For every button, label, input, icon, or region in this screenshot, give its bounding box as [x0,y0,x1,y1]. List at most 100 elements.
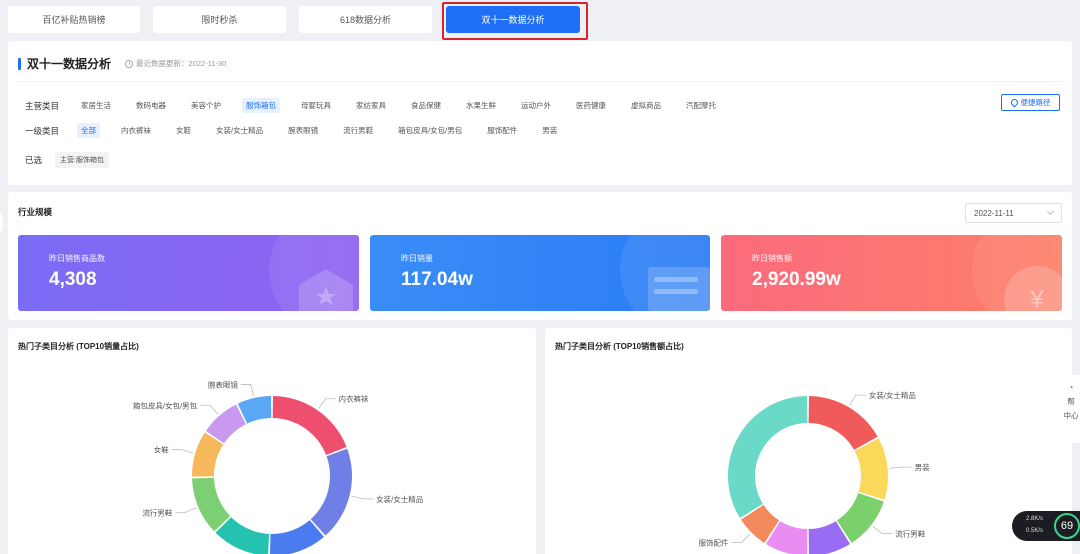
level1-category-item-selected[interactable]: 全部 [77,123,100,138]
donut-chart-revenue: 女装/女士精品男装流行男鞋服饰配件 [699,390,930,554]
slice-label: 内衣裤袜 [339,394,369,404]
level1-category-item[interactable]: 内衣裤袜 [117,123,155,138]
network-speed-widget: 2.8K/s 0.5K/s 69 [1012,511,1080,541]
main-category-item[interactable]: 医药健康 [572,98,610,113]
help-label-top: 帮 [1067,397,1075,406]
main-category-item[interactable]: 水果生鲜 [462,98,500,113]
main-category-row: 主营类目 家居生活 数码电器 美容个护 服饰箱包 母婴玩具 家纺家具 食品保健 … [25,98,737,113]
slice-leader-line [889,466,912,469]
guide-button-label: 便捷路径 [1020,98,1051,107]
level1-category-item[interactable]: 女装/女士精品 [212,123,267,138]
filter-panel: 双十一数据分析 最近数据更新：2022-11-30 便捷路径 主营类目 家居生活… [8,41,1072,185]
level1-category-item[interactable]: 流行男鞋 [339,123,377,138]
page-title-row: 双十一数据分析 最近数据更新：2022-11-30 [18,55,226,72]
main-category-item[interactable]: 母婴玩具 [297,98,335,113]
slice-label: 箱包皮具/女包/男包 [133,400,198,410]
level1-category-item[interactable]: 女鞋 [172,123,195,138]
help-label-bottom: 中心 [1063,411,1079,420]
level1-category-item[interactable]: 男装 [538,123,561,138]
update-info-text: 最近数据更新：2022-11-30 [136,59,227,68]
slice-leader-line [872,525,893,535]
main-category-item[interactable]: 美容个护 [187,98,225,113]
donut-slice[interactable] [192,477,231,532]
yen-coin-icon: ¥ [1004,266,1062,311]
list-document-icon [648,267,710,311]
donut-slice[interactable] [854,438,888,500]
slice-label: 女装/女士精品 [376,494,423,504]
slice-label: 腕表眼镜 [208,379,238,389]
side-handle[interactable] [0,212,3,234]
location-pin-icon [1009,97,1019,108]
download-speed: 0.5K/s [1026,528,1044,534]
tab-highlight-frame [442,2,588,40]
slice-leader-line [351,495,374,500]
donut-slice[interactable] [808,396,878,450]
level1-category-item[interactable]: 箱包皮具/女包/男包 [394,123,466,138]
main-category-item[interactable]: 运动户外 [517,98,555,113]
selected-label: 已选 [25,155,43,165]
slice-leader-line [240,384,254,397]
donut-slice[interactable] [272,396,347,455]
star-badge-icon [299,269,353,311]
main-category-item[interactable]: 食品保健 [407,98,445,113]
divider [18,81,1062,82]
donut-slice[interactable] [310,448,352,536]
slice-leader-line [849,394,866,406]
slice-leader-line [318,398,336,409]
main-category-item[interactable]: 家纺家具 [352,98,390,113]
slice-label: 女装/女士精品 [869,390,916,400]
level1-category-row: 一级类目 全部 内衣裤袜 女鞋 女装/女士精品 腕表眼镜 流行男鞋 箱包皮具/女… [25,123,578,138]
donut-slice[interactable] [728,396,808,519]
stat-value: 117.04w [401,269,473,290]
level1-category-label: 一级类目 [25,125,60,136]
clock-icon [125,59,134,68]
stat-value: 2,920.99w [752,269,841,290]
headset-icon: ◔ [1068,383,1074,392]
slice-label: 服饰配件 [699,537,729,547]
slice-leader-line [200,404,219,415]
slice-leader-line [171,449,194,454]
help-center-tab[interactable]: ◔ 帮 中心 [1062,375,1080,443]
tab-618-analysis[interactable]: 618数据分析 [299,6,432,33]
level1-category-item[interactable]: 服饰配件 [483,123,521,138]
slice-leader-line [731,533,751,543]
slice-label: 女鞋 [154,445,169,455]
svg-text:¥: ¥ [1029,286,1044,311]
slice-label: 流行男鞋 [142,507,172,517]
stat-card-sales-amount: ¥ 昨日销售额 2,920.99w [721,235,1062,311]
date-select[interactable]: 2022-11-11 [965,203,1062,223]
slice-label: 流行男鞋 [895,529,925,539]
industry-scale-panel: 行业规模 2022-11-11 昨日销售商品数 4,308 昨日销量 117.0… [8,192,1072,320]
date-select-value: 2022-11-11 [974,208,1014,218]
donut-slice[interactable] [269,520,324,554]
tab-flash-sale[interactable]: 限时秒杀 [153,6,286,33]
stat-card-items-sold: 昨日销售商品数 4,308 [18,235,359,311]
selected-row: 已选 主营:服饰箱包 [25,152,109,168]
donut-chart-volume: 内衣裤袜女装/女士精品流行男鞋 女鞋 箱包皮具/女包/男包 腕表眼镜 [133,379,423,554]
stat-card-sales-volume: 昨日销量 117.04w [370,235,710,311]
speed-gauge: 69 [1054,513,1080,539]
main-category-label: 主营类目 [25,100,60,111]
stat-label: 昨日销量 [401,254,433,263]
chart-panel-revenue-share: 热门子类目分析 (TOP10销售额占比) 女装/女士精品 男装 流行男鞋 服饰配件 [545,328,1072,554]
title-accent-bar [18,57,21,70]
main-category-item[interactable]: 虚拟商品 [627,98,665,113]
main-category-item[interactable]: 数码电器 [132,98,170,113]
page-title: 双十一数据分析 [27,57,112,71]
selected-chip[interactable]: 主营:服饰箱包 [55,152,109,168]
stat-label: 昨日销售商品数 [49,254,105,263]
tab-subsidy-hot[interactable]: 百亿补贴热销榜 [8,6,140,33]
slice-label: 男装 [915,462,930,472]
main-category-item-selected[interactable]: 服饰箱包 [242,98,280,113]
stat-value: 4,308 [49,269,97,290]
guide-button[interactable]: 便捷路径 [1001,94,1060,111]
stat-label: 昨日销售额 [752,254,792,263]
donut-slice[interactable] [215,517,270,554]
update-info: 最近数据更新：2022-11-30 [125,58,226,69]
main-category-item[interactable]: 汽配摩托 [682,98,720,113]
level1-category-item[interactable]: 腕表眼镜 [284,123,322,138]
chevron-down-icon [1046,207,1055,216]
main-category-item[interactable]: 家居生活 [77,98,115,113]
section-title-industry-scale: 行业规模 [18,207,53,217]
slice-leader-line [175,507,197,513]
